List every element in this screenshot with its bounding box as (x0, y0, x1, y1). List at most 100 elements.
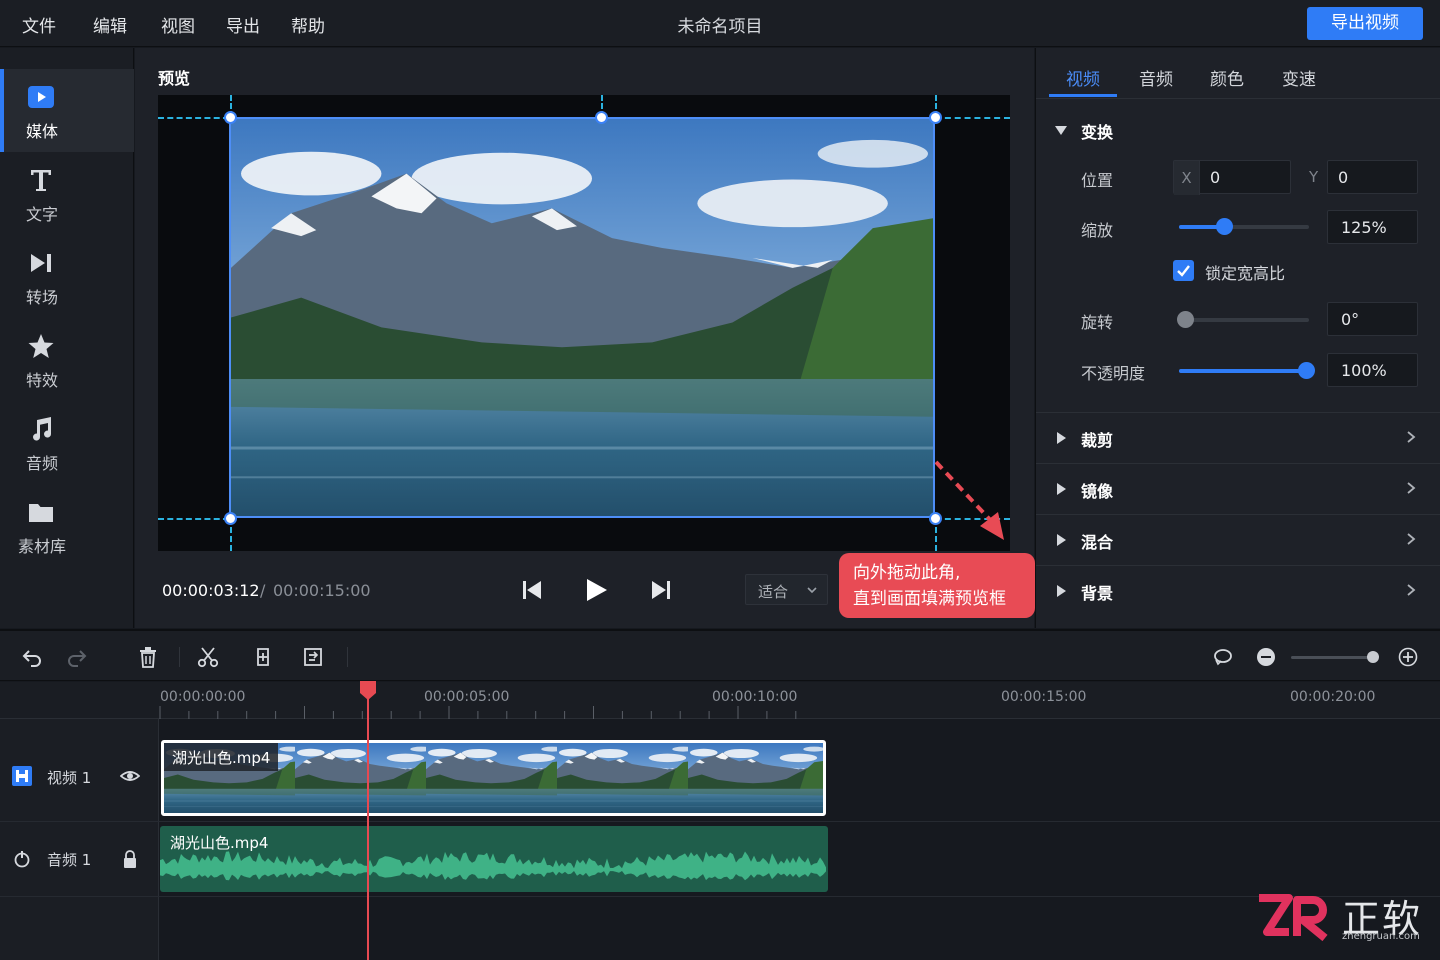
menu-export[interactable]: 导出 (226, 12, 260, 37)
section-crop-header[interactable]: 裁剪 (1036, 413, 1440, 463)
next-frame-icon[interactable] (647, 576, 675, 604)
replace-clip-icon[interactable] (302, 646, 324, 668)
split-scissors-icon[interactable] (197, 646, 219, 668)
preview-title: 预览 (158, 69, 191, 88)
sidebar-item-audio[interactable]: 音频 (0, 401, 134, 484)
sidebar-item-label: 特效 (25, 371, 58, 390)
sidebar-item-label: 音频 (25, 454, 58, 473)
y-prefix: Y (1309, 168, 1319, 186)
video-track-name: 视频 1 (47, 769, 92, 787)
tab-video[interactable]: 视频 (1066, 65, 1100, 90)
section-mirror-header[interactable]: 镜像 (1036, 464, 1440, 514)
time-separator: / (260, 581, 266, 600)
tab-speed[interactable]: 变速 (1282, 65, 1316, 90)
sidebar-item-text[interactable]: 文字 (0, 152, 134, 235)
menu-view[interactable]: 视图 (161, 12, 195, 37)
left-sidebar: 媒体 文字 转场 特效 音频 素材库 (0, 48, 134, 628)
resize-handle-top-left[interactable] (224, 111, 237, 124)
sidebar-item-label: 素材库 (17, 537, 66, 556)
sidebar-item-effects[interactable]: 特效 (0, 318, 134, 401)
sidebar-item-media[interactable]: 媒体 (0, 69, 134, 152)
section-title: 裁剪 (1081, 431, 1114, 450)
previous-frame-icon[interactable] (518, 576, 546, 604)
section-title: 镜像 (1081, 482, 1114, 501)
lock-aspect-checkbox[interactable] (1173, 260, 1194, 281)
drag-direction-arrow (934, 460, 1004, 540)
timeline-ruler[interactable]: 00:00:00:00 00:00:05:00 00:00:10:00 00:0… (0, 682, 1440, 719)
guide-line (935, 117, 1010, 119)
video-clip[interactable]: 湖光山色.mp4 (161, 740, 826, 816)
redo-icon[interactable] (66, 646, 88, 668)
zoom-out-icon[interactable] (1255, 646, 1277, 668)
preview-panel: 预览 00:00:03:12 / 00:00:15:00 适合 (135, 48, 1034, 628)
opacity-slider-knob[interactable] (1298, 362, 1315, 379)
rotate-field[interactable]: 0° (1327, 302, 1418, 336)
waveform-shape (160, 851, 826, 881)
section-background-header[interactable]: 背景 (1036, 566, 1440, 616)
resize-handle-top[interactable] (595, 111, 608, 124)
scale-field[interactable]: 125% (1327, 210, 1418, 244)
menu-edit[interactable]: 编辑 (93, 12, 127, 37)
section-title: 背景 (1081, 584, 1114, 603)
preview-image[interactable] (229, 117, 935, 518)
export-video-button[interactable]: 导出视频 (1307, 7, 1423, 40)
section-blend-header[interactable]: 混合 (1036, 515, 1440, 565)
watermark-subtext: zhengruan.com (1342, 931, 1420, 942)
rotate-slider[interactable] (1177, 311, 1309, 328)
video-track-icon (12, 766, 32, 786)
zoom-in-icon[interactable] (1397, 646, 1419, 668)
menu-file[interactable]: 文件 (22, 12, 56, 37)
timeline-zoom-knob[interactable] (1367, 651, 1379, 663)
triangle-right-icon (1057, 585, 1066, 597)
video-clip-name: 湖光山色.mp4 (164, 743, 279, 771)
audio-track-icon (14, 851, 30, 868)
rotate-slider-knob[interactable] (1177, 311, 1194, 328)
position-x-value: 0 (1210, 168, 1221, 187)
x-prefix: X (1174, 161, 1200, 195)
preview-canvas[interactable] (158, 95, 1010, 551)
chevron-right-icon (1407, 584, 1416, 596)
tab-audio[interactable]: 音频 (1139, 65, 1173, 90)
chevron-right-icon (1407, 533, 1416, 545)
lock-icon[interactable] (120, 849, 140, 869)
opacity-slider[interactable] (1179, 362, 1315, 379)
sidebar-item-label: 转场 (25, 288, 58, 307)
tab-color[interactable]: 颜色 (1210, 65, 1244, 90)
clip-thumbnail (295, 743, 433, 813)
section-title: 混合 (1081, 533, 1114, 552)
position-x-field[interactable]: X 0 (1173, 160, 1291, 195)
separator (179, 647, 180, 667)
audio-track-name: 音频 1 (47, 851, 92, 869)
undo-icon[interactable] (21, 646, 43, 668)
sidebar-item-label: 媒体 (25, 122, 58, 141)
resize-handle-top-right[interactable] (929, 111, 942, 124)
copy-clip-icon[interactable] (252, 646, 274, 668)
section-transform-header[interactable]: 变换 (1036, 105, 1440, 155)
opacity-slider-fill (1179, 369, 1309, 373)
sidebar-item-transition[interactable]: 转场 (0, 235, 134, 318)
eye-icon[interactable] (120, 766, 140, 786)
delete-icon[interactable] (137, 646, 159, 668)
timeline-zoom-slider[interactable] (1291, 656, 1377, 659)
menu-help[interactable]: 帮助 (291, 12, 325, 37)
clip-thumbnail (426, 743, 564, 813)
loop-icon[interactable] (1212, 646, 1234, 668)
opacity-field[interactable]: 100% (1327, 353, 1418, 387)
zoom-fit-select[interactable]: 适合 (745, 574, 828, 605)
playhead-handle[interactable] (360, 681, 376, 700)
position-y-value: 0 (1338, 168, 1349, 187)
star-icon (28, 334, 54, 358)
watermark-logo (1259, 894, 1328, 942)
chevron-right-icon (1407, 482, 1416, 494)
position-y-field[interactable]: 0 (1327, 160, 1418, 194)
scale-slider[interactable] (1179, 218, 1309, 235)
scale-slider-knob[interactable] (1216, 218, 1233, 235)
audio-clip[interactable]: 湖光山色.mp4 (160, 826, 828, 892)
resize-handle-bottom-left[interactable] (224, 512, 237, 525)
triangle-down-icon (1055, 126, 1067, 135)
play-icon[interactable] (582, 576, 610, 604)
text-t-icon (31, 170, 51, 191)
sidebar-item-library[interactable]: 素材库 (0, 484, 134, 567)
playhead-line (367, 682, 369, 960)
tooltip-line: 直到画面填满预览框 (853, 589, 1006, 609)
